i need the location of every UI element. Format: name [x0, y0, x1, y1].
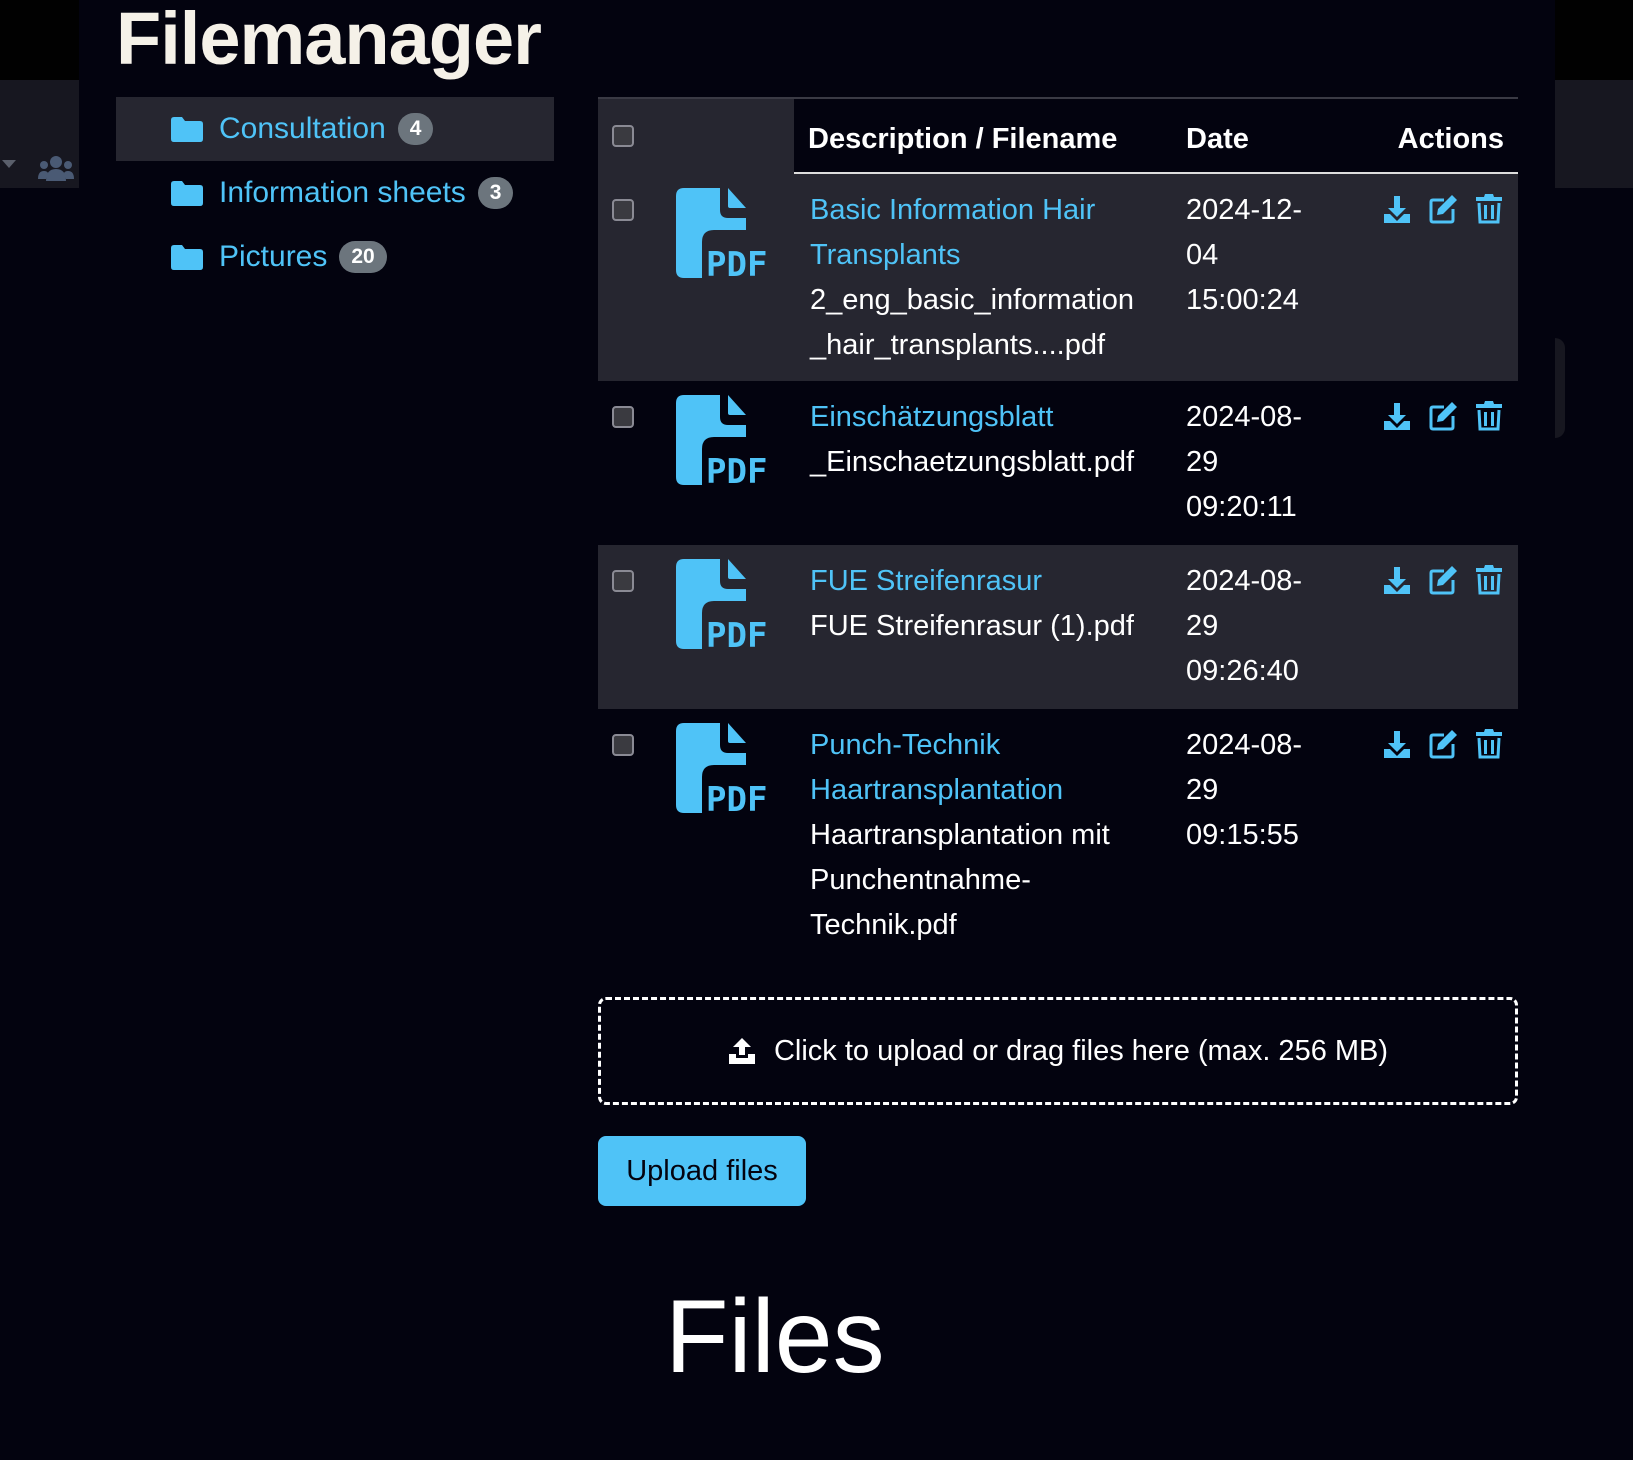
- filename: Haartransplantation mit Punchentnahme- Tec…: [810, 819, 1110, 941]
- file-description: FUE Streifenrasur FUE Streifenrasur (1).…: [810, 559, 1134, 649]
- table-row: Einschätzungsblatt _Einschaetzungsblatt.…: [598, 381, 1518, 545]
- pdf-file-icon: [676, 188, 772, 284]
- row-actions: [1382, 401, 1504, 431]
- row-checkbox[interactable]: [612, 199, 634, 221]
- file-date: 2024-08- 29 09:15:55: [1186, 723, 1336, 858]
- download-icon[interactable]: [1382, 729, 1412, 759]
- table-row: Punch-Technik Haartransplantation Haartra…: [598, 709, 1518, 959]
- file-table: Description / Filename Date Actions Basi…: [598, 97, 1518, 959]
- folder-item-pictures[interactable]: Pictures 20: [116, 225, 554, 289]
- row-checkbox[interactable]: [612, 734, 634, 756]
- file-description: Punch-Technik Haartransplantation Haartra…: [810, 723, 1110, 948]
- trash-icon[interactable]: [1474, 729, 1504, 759]
- file-title-link[interactable]: Basic Information Hair Transplants: [810, 188, 1134, 278]
- header-date[interactable]: Date: [1186, 123, 1249, 156]
- filename-line: Punchentnahme-: [810, 864, 1031, 896]
- trash-icon[interactable]: [1474, 401, 1504, 431]
- date-line: 29: [1186, 610, 1219, 642]
- trash-icon[interactable]: [1474, 194, 1504, 224]
- download-icon[interactable]: [1382, 194, 1412, 224]
- filename-line: FUE Streifenrasur (1).pdf: [810, 610, 1134, 642]
- select-all-checkbox[interactable]: [612, 125, 634, 147]
- folder-icon: [171, 181, 203, 206]
- file-description: Einschätzungsblatt _Einschaetzungsblatt.…: [810, 395, 1134, 485]
- table-row: FUE Streifenrasur FUE Streifenrasur (1).…: [598, 545, 1518, 709]
- filename: _Einschaetzungsblatt.pdf: [810, 446, 1134, 478]
- date-line: 29: [1186, 446, 1219, 478]
- row-actions: [1382, 194, 1504, 224]
- date-line: 04: [1186, 239, 1219, 271]
- date-line: 09:26:40: [1186, 655, 1299, 687]
- download-icon[interactable]: [1382, 401, 1412, 431]
- filename-line: 2_eng_basic_information: [810, 284, 1135, 316]
- pdf-file-icon: [676, 395, 772, 491]
- date-line: 2024-08-: [1186, 565, 1303, 597]
- filename-line: Haartransplantation mit: [810, 819, 1110, 851]
- page-title: Filemanager: [116, 0, 542, 80]
- table-row: Basic Information Hair Transplants 2_eng_…: [598, 174, 1518, 381]
- title-line: Transplants: [810, 239, 961, 271]
- pdf-file-icon: [676, 723, 772, 819]
- upload-dropzone[interactable]: Click to upload or drag files here (max.…: [598, 997, 1518, 1105]
- row-actions: [1382, 565, 1504, 595]
- date-line: 2024-08-: [1186, 401, 1303, 433]
- count-badge: 3: [477, 177, 514, 209]
- folder-label: Consultation: [219, 112, 386, 145]
- title-line: Punch-Technik: [810, 729, 1001, 761]
- header-actions: Actions: [1397, 123, 1504, 155]
- upload-icon: [728, 1038, 755, 1064]
- filename-line: _hair_transplants....pdf: [810, 329, 1106, 361]
- date-line: 2024-12-: [1186, 194, 1303, 226]
- file-date: 2024-08- 29 09:20:11: [1186, 395, 1336, 530]
- date-line: 2024-08-: [1186, 729, 1303, 761]
- count-badge: 4: [397, 113, 434, 145]
- trash-icon[interactable]: [1474, 565, 1504, 595]
- folder-icon: [171, 117, 203, 142]
- count-badge: 20: [339, 241, 387, 273]
- filename-line: Technik.pdf: [810, 909, 957, 941]
- folder-icon: [171, 245, 203, 270]
- title-line: Einschätzungsblatt: [810, 401, 1054, 433]
- title-line: FUE Streifenrasur: [810, 565, 1043, 597]
- date-line: 09:20:11: [1186, 491, 1297, 523]
- filename-line: _Einschaetzungsblatt.pdf: [810, 446, 1135, 478]
- file-date: 2024-08- 29 09:26:40: [1186, 559, 1336, 694]
- folder-label: Pictures: [219, 240, 328, 273]
- date-line: 15:00:24: [1186, 284, 1299, 316]
- files-caption: Files: [665, 1279, 885, 1395]
- edit-icon[interactable]: [1428, 729, 1458, 759]
- date-line: 09:15:55: [1186, 819, 1299, 851]
- filename: FUE Streifenrasur (1).pdf: [810, 610, 1134, 642]
- file-title-link[interactable]: Einschätzungsblatt: [810, 395, 1134, 440]
- file-title-link[interactable]: Punch-Technik Haartransplantation: [810, 723, 1110, 813]
- title-line: Basic Information Hair: [810, 194, 1096, 226]
- folder-item-information-sheets[interactable]: Information sheets 3: [116, 161, 554, 225]
- table-header: Description / Filename Date Actions: [598, 97, 1518, 174]
- edit-icon[interactable]: [1428, 565, 1458, 595]
- folder-list: Consultation 4 Information sheets 3 Pict…: [116, 97, 554, 289]
- folder-label: Information sheets: [219, 176, 466, 209]
- file-title-link[interactable]: FUE Streifenrasur: [810, 559, 1134, 604]
- pdf-file-icon: [676, 559, 772, 655]
- download-icon[interactable]: [1382, 565, 1412, 595]
- caret-down-icon[interactable]: [2, 160, 16, 168]
- header-description[interactable]: Description / Filename: [808, 123, 1117, 156]
- users-icon[interactable]: [38, 155, 74, 186]
- file-date: 2024-12- 04 15:00:24: [1186, 188, 1336, 323]
- row-checkbox[interactable]: [612, 570, 634, 592]
- dropzone-text: Click to upload or drag files here (max.…: [773, 1034, 1389, 1067]
- upload-files-button[interactable]: Upload files: [598, 1136, 806, 1206]
- date-line: 29: [1186, 774, 1219, 806]
- edit-icon[interactable]: [1428, 194, 1458, 224]
- filename: 2_eng_basic_information _hair_transplants…: [810, 284, 1134, 361]
- row-actions: [1382, 729, 1504, 759]
- file-description: Basic Information Hair Transplants 2_eng_…: [810, 188, 1134, 368]
- folder-item-consultation[interactable]: Consultation 4: [116, 97, 554, 161]
- title-line: Haartransplantation: [810, 774, 1064, 806]
- row-checkbox[interactable]: [612, 406, 634, 428]
- edit-icon[interactable]: [1428, 401, 1458, 431]
